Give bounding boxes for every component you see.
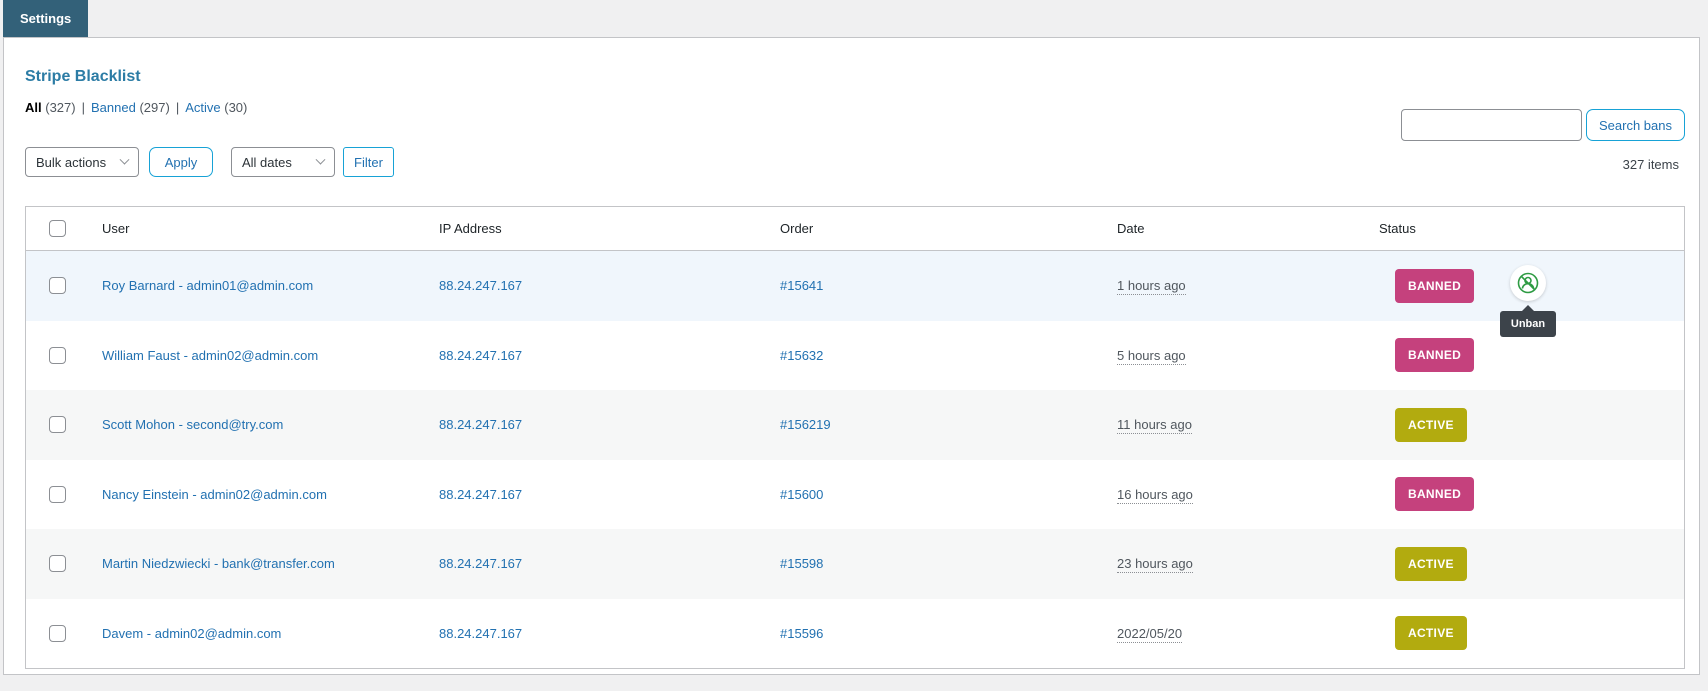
order-link[interactable]: #15600 (780, 487, 823, 502)
search-bans-button[interactable]: Search bans (1586, 109, 1685, 141)
table-row: Martin Niedzwiecki - bank@transfer.com 8… (26, 529, 1684, 599)
unban-user-slash-icon[interactable] (1510, 265, 1546, 301)
status-badge: ACTIVE (1395, 616, 1467, 650)
filter-button[interactable]: Filter (343, 147, 394, 177)
dates-filter-select[interactable]: All dates (231, 147, 335, 177)
order-link[interactable]: #15596 (780, 626, 823, 641)
bulk-actions-select[interactable]: Bulk actions (25, 147, 139, 177)
order-link[interactable]: #15632 (780, 348, 823, 363)
ip-link[interactable]: 88.24.247.167 (439, 348, 522, 363)
status-badge: ACTIVE (1395, 547, 1467, 581)
view-filter-banned[interactable]: Banned (297) (91, 100, 170, 115)
column-header-order: Order (764, 221, 1101, 236)
page-title: Stripe Blacklist (25, 68, 141, 86)
column-header-status: Status (1363, 221, 1684, 236)
order-link[interactable]: #15598 (780, 556, 823, 571)
user-link[interactable]: Martin Niedzwiecki - bank@transfer.com (102, 556, 335, 571)
user-link[interactable]: William Faust - admin02@admin.com (102, 348, 318, 363)
column-header-date: Date (1101, 221, 1363, 236)
apply-button[interactable]: Apply (149, 147, 213, 177)
settings-panel: Stripe Blacklist All (327) | Banned (297) |… (3, 37, 1700, 675)
ban-date: 2022/05/20 (1117, 626, 1182, 643)
ip-link[interactable]: 88.24.247.167 (439, 278, 522, 293)
row-checkbox[interactable] (49, 347, 66, 364)
ip-link[interactable]: 88.24.247.167 (439, 626, 522, 641)
table-row: William Faust - admin02@admin.com 88.24.… (26, 321, 1684, 391)
status-badge: ACTIVE (1395, 408, 1467, 442)
user-link[interactable]: Roy Barnard - admin01@admin.com (102, 278, 313, 293)
ban-date: 1 hours ago (1117, 278, 1186, 295)
items-count: 327 items (1623, 157, 1679, 172)
row-checkbox[interactable] (49, 486, 66, 503)
view-filter-all[interactable]: All (327) (25, 100, 76, 115)
ip-link[interactable]: 88.24.247.167 (439, 556, 522, 571)
row-checkbox[interactable] (49, 625, 66, 642)
column-header-user: User (86, 221, 423, 236)
user-link[interactable]: Davem - admin02@admin.com (102, 626, 281, 641)
view-filter-links: All (327) | Banned (297) | Active (30) (25, 100, 247, 115)
tab-settings-label: Settings (20, 11, 71, 26)
status-badge: BANNED (1395, 477, 1474, 511)
bulk-actions-label: Bulk actions (36, 155, 106, 170)
row-checkbox[interactable] (49, 277, 66, 294)
status-badge: BANNED (1395, 269, 1474, 303)
dates-filter-label: All dates (242, 155, 292, 170)
table-row: Scott Mohon - second@try.com 88.24.247.1… (26, 390, 1684, 460)
view-filter-active[interactable]: Active (30) (185, 100, 247, 115)
order-link[interactable]: #15641 (780, 278, 823, 293)
search-bans-input[interactable] (1401, 109, 1582, 141)
chevron-down-icon (120, 154, 130, 164)
ban-date: 23 hours ago (1117, 556, 1193, 573)
view-separator: | (176, 100, 179, 115)
ban-date: 11 hours ago (1117, 417, 1192, 434)
select-all-checkbox[interactable] (49, 220, 66, 237)
view-separator: | (82, 100, 85, 115)
unban-tooltip-label: Unban (1511, 318, 1545, 330)
ip-link[interactable]: 88.24.247.167 (439, 487, 522, 502)
order-link[interactable]: #156219 (780, 417, 831, 432)
ban-date: 16 hours ago (1117, 487, 1193, 504)
row-checkbox[interactable] (49, 555, 66, 572)
table-row: Nancy Einstein - admin02@admin.com 88.24… (26, 460, 1684, 530)
ban-date: 5 hours ago (1117, 348, 1186, 365)
user-link[interactable]: Nancy Einstein - admin02@admin.com (102, 487, 327, 502)
chevron-down-icon (316, 154, 326, 164)
ip-link[interactable]: 88.24.247.167 (439, 417, 522, 432)
status-badge: BANNED (1395, 338, 1474, 372)
table-row: Roy Barnard - admin01@admin.com 88.24.24… (26, 251, 1684, 321)
tab-settings[interactable]: Settings (3, 0, 88, 37)
table-row: Davem - admin02@admin.com 88.24.247.167 … (26, 599, 1684, 669)
row-hover-actions: Unban (1510, 251, 1610, 321)
row-checkbox[interactable] (49, 416, 66, 433)
user-link[interactable]: Scott Mohon - second@try.com (102, 417, 283, 432)
bans-table: User IP Address Order Date Status Roy Ba… (25, 206, 1685, 669)
column-header-ip: IP Address (423, 221, 764, 236)
unban-tooltip: Unban (1500, 311, 1556, 337)
table-header-row: User IP Address Order Date Status (26, 207, 1684, 251)
